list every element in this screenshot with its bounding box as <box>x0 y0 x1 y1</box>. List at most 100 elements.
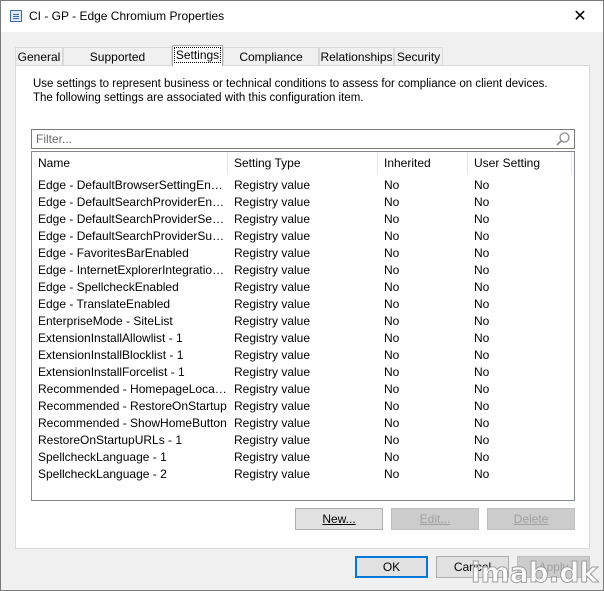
title-bar: CI - GP - Edge Chromium Properties ✕ <box>1 1 603 32</box>
cell-user-setting: No <box>474 450 490 464</box>
new-button[interactable]: New... <box>295 508 383 530</box>
search-icon[interactable] <box>555 131 571 147</box>
column-header-name[interactable]: Name <box>32 152 228 174</box>
table-row[interactable]: EnterpriseMode - SiteList Registry value N… <box>32 313 574 330</box>
cell-name: Edge - TranslateEnabled <box>38 297 171 311</box>
cell-name: SpellcheckLanguage - 2 <box>38 467 167 481</box>
table-row[interactable]: Recommended - HomepageLocation Registry v… <box>32 381 574 398</box>
table-row[interactable]: Edge - SpellcheckEnabled Registry value No… <box>32 279 574 296</box>
cell-user-setting: No <box>474 212 490 226</box>
cell-inherited: No <box>384 280 400 294</box>
filter-input[interactable] <box>32 130 550 148</box>
cell-user-setting: No <box>474 416 490 430</box>
cell-inherited: No <box>384 195 400 209</box>
cell-inherited: No <box>384 297 400 311</box>
tab-security[interactable]: Security <box>394 47 443 65</box>
cell-inherited: No <box>384 331 400 345</box>
cell-user-setting: No <box>474 246 490 260</box>
tab-label: General <box>17 50 61 64</box>
site-watermark: imab.dk <box>470 556 598 590</box>
tab-compliance-rules[interactable]: Compliance Rules <box>223 47 319 82</box>
cell-inherited: No <box>384 314 400 328</box>
table-row[interactable]: Edge - FavoritesBarEnabled Registry value… <box>32 245 574 262</box>
cell-setting-type: Registry value <box>234 382 311 396</box>
close-icon[interactable]: ✕ <box>557 1 603 32</box>
cell-name: Recommended - RestoreOnStartup <box>38 399 227 413</box>
ok-button[interactable]: OK <box>355 556 428 578</box>
cell-inherited: No <box>384 263 400 277</box>
table-row[interactable]: Edge - TranslateEnabled Registry value No N… <box>32 296 574 313</box>
cell-user-setting: No <box>474 314 490 328</box>
cell-user-setting: No <box>474 365 490 379</box>
table-row[interactable]: ExtensionInstallForcelist - 1 Registry va… <box>32 364 574 381</box>
cell-name: Recommended - ShowHomeButton <box>38 416 227 430</box>
cell-inherited: No <box>384 348 400 362</box>
cell-setting-type: Registry value <box>234 212 311 226</box>
cell-inherited: No <box>384 382 400 396</box>
cell-user-setting: No <box>474 297 490 311</box>
cell-setting-type: Registry value <box>234 314 311 328</box>
cell-user-setting: No <box>474 433 490 447</box>
column-header-setting-type[interactable]: Setting Type <box>228 152 378 174</box>
list-header: Name Setting Type Inherited User Setting <box>32 152 574 174</box>
cell-setting-type: Registry value <box>234 433 311 447</box>
cell-setting-type: Registry value <box>234 229 311 243</box>
cell-inherited: No <box>384 467 400 481</box>
tab-label: Security <box>396 50 441 64</box>
tab-general[interactable]: General <box>15 47 63 65</box>
table-row[interactable]: SpellcheckLanguage - 2 Registry value No No <box>32 466 574 483</box>
cell-name: Edge - DefaultBrowserSettingEnabled <box>38 178 228 192</box>
cell-name: SpellcheckLanguage - 1 <box>38 450 167 464</box>
cell-setting-type: Registry value <box>234 297 311 311</box>
cell-user-setting: No <box>474 229 490 243</box>
table-row[interactable]: RestoreOnStartupURLs - 1 Registry value No… <box>32 432 574 449</box>
cell-inherited: No <box>384 365 400 379</box>
cell-inherited: No <box>384 433 400 447</box>
cell-name: ExtensionInstallForcelist - 1 <box>38 365 185 379</box>
cell-name: RestoreOnStartupURLs - 1 <box>38 433 183 447</box>
delete-button-label: Delete <box>513 512 549 526</box>
column-header-user-setting[interactable]: User Setting <box>468 152 572 174</box>
cell-setting-type: Registry value <box>234 195 311 209</box>
table-row[interactable]: Edge - InternetExplorerIntegrationLevel R… <box>32 262 574 279</box>
table-row[interactable]: Recommended - RestoreOnStartup Registry v… <box>32 398 574 415</box>
cell-name: Edge - DefaultSearchProviderEnabled <box>38 195 228 209</box>
cell-setting-type: Registry value <box>234 178 311 192</box>
filter-box[interactable] <box>31 129 575 149</box>
cell-name: ExtensionInstallAllowlist - 1 <box>38 331 183 345</box>
table-row[interactable]: ExtensionInstallBlocklist - 1 Registry va… <box>32 347 574 364</box>
table-row[interactable]: Edge - DefaultSearchProviderSearch... Reg… <box>32 211 574 228</box>
properties-window: CI - GP - Edge Chromium Properties ✕ Gen… <box>0 0 604 591</box>
settings-description: Use settings to represent business or te… <box>33 78 548 104</box>
cell-name: EnterpriseMode - SiteList <box>38 314 173 328</box>
tab-supported-platforms[interactable]: Supported Platforms <box>63 47 172 82</box>
cell-name: Edge - DefaultSearchProviderSugges... <box>38 229 228 243</box>
column-header-inherited[interactable]: Inherited <box>378 152 468 174</box>
settings-panel: Use settings to represent business or te… <box>15 65 590 549</box>
table-row[interactable]: ExtensionInstallAllowlist - 1 Registry va… <box>32 330 574 347</box>
cell-setting-type: Registry value <box>234 280 311 294</box>
cell-setting-type: Registry value <box>234 399 311 413</box>
table-row[interactable]: Edge - DefaultSearchProviderSugges... Reg… <box>32 228 574 245</box>
table-row[interactable]: Recommended - ShowHomeButton Registry val… <box>32 415 574 432</box>
table-row[interactable]: Edge - DefaultSearchProviderEnabled Regis… <box>32 194 574 211</box>
cell-name: Recommended - HomepageLocation <box>38 382 228 396</box>
cell-user-setting: No <box>474 178 490 192</box>
table-row[interactable]: SpellcheckLanguage - 1 Registry value No No <box>32 449 574 466</box>
table-row[interactable]: Edge - DefaultBrowserSettingEnabled Regis… <box>32 177 574 194</box>
delete-button[interactable]: Delete <box>487 508 575 530</box>
settings-list[interactable]: Name Setting Type Inherited User Setting… <box>31 151 575 501</box>
cell-setting-type: Registry value <box>234 467 311 481</box>
edit-button[interactable]: Edit... <box>391 508 479 530</box>
tab-relationships[interactable]: Relationships <box>319 47 394 65</box>
tab-settings[interactable]: Settings <box>172 45 223 66</box>
cell-inherited: No <box>384 399 400 413</box>
cell-setting-type: Registry value <box>234 450 311 464</box>
cell-name: Edge - InternetExplorerIntegrationLevel <box>38 263 228 277</box>
cell-inherited: No <box>384 212 400 226</box>
cell-name: Edge - FavoritesBarEnabled <box>38 246 189 260</box>
cell-user-setting: No <box>474 280 490 294</box>
cell-name: ExtensionInstallBlocklist - 1 <box>38 348 184 362</box>
cell-setting-type: Registry value <box>234 331 311 345</box>
cell-inherited: No <box>384 229 400 243</box>
